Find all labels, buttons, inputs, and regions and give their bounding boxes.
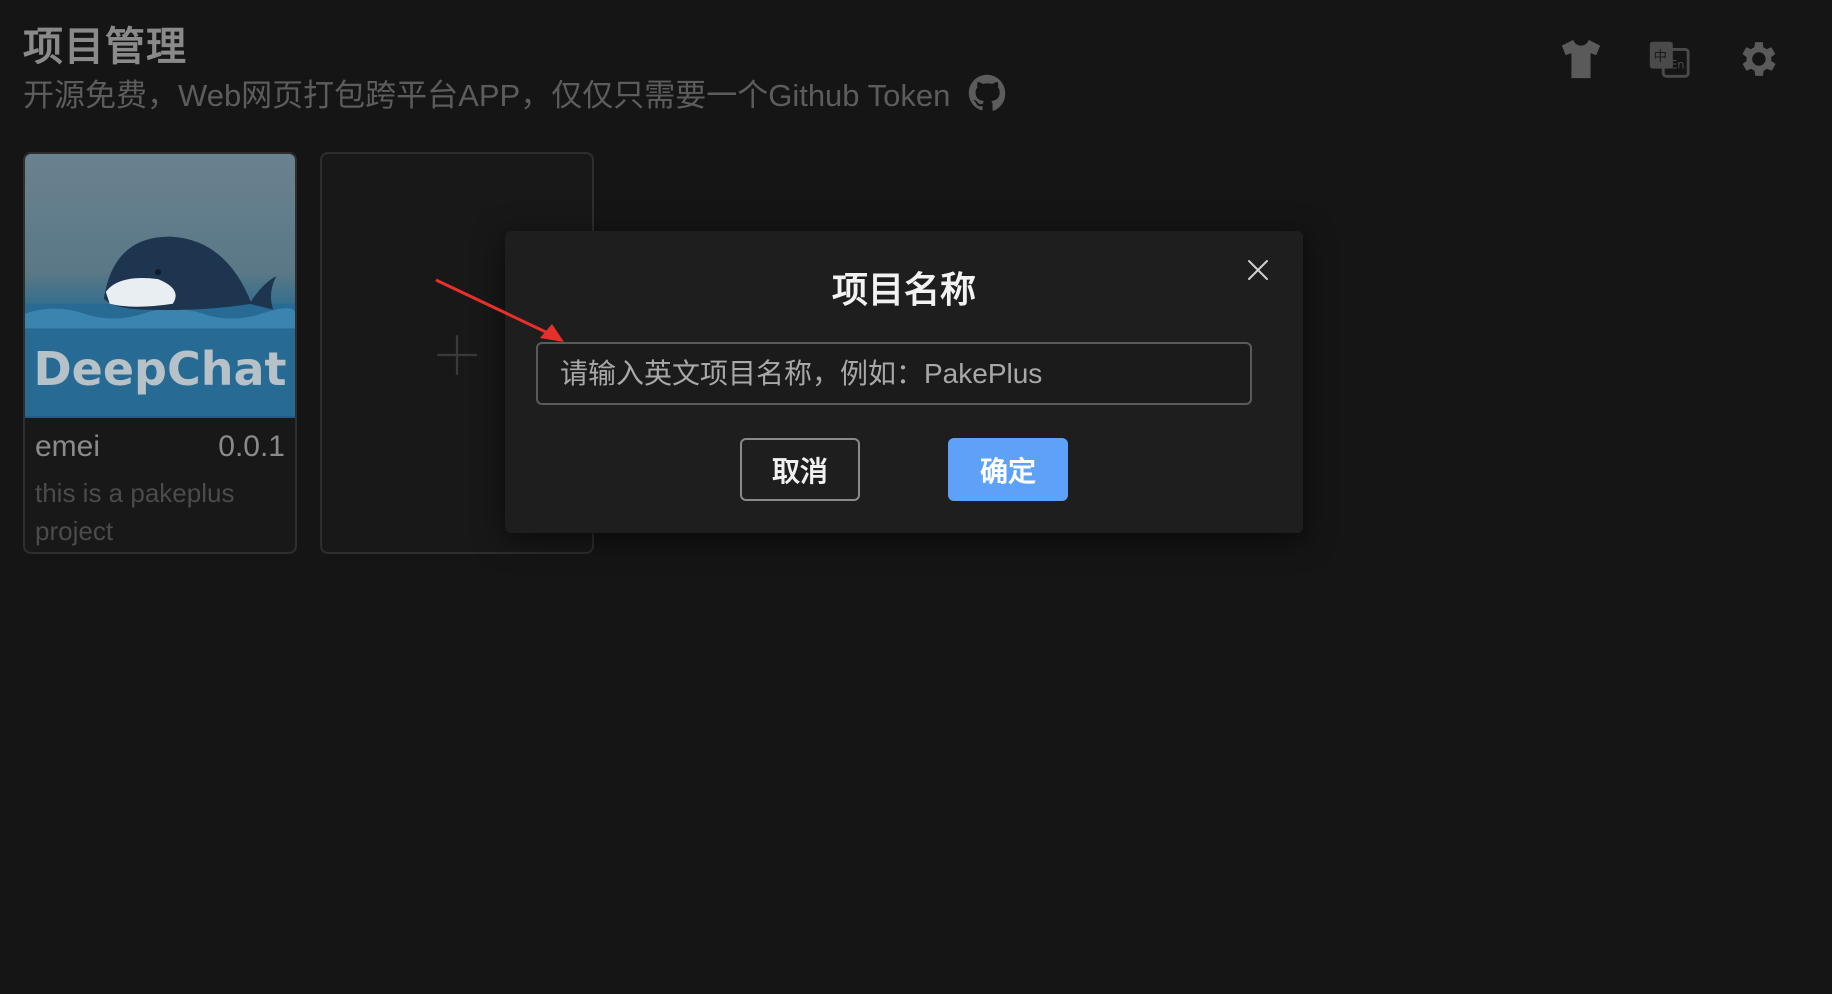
dialog-title: 项目名称 [831,269,976,310]
github-icon[interactable] [968,74,1006,112]
confirm-button[interactable]: 确定 [948,438,1068,501]
page: 项目管理 开源免费，Web网页打包跨平台APP，仅仅只需要一个Github To… [0,0,1832,994]
svg-text:En: En [1670,58,1685,72]
svg-text:中: 中 [1654,49,1667,65]
tshirt-icon[interactable] [1558,36,1604,82]
plus-icon [435,313,479,393]
project-description: this is a pakeplus project [35,478,235,546]
page-title: 项目管理 [23,25,187,69]
cancel-button[interactable]: 取消 [740,438,860,501]
project-name-input[interactable] [536,342,1252,405]
project-version: 0.0.1 [218,430,285,463]
gear-icon[interactable] [1734,36,1780,82]
page-subtitle-row: 开源免费，Web网页打包跨平台APP，仅仅只需要一个Github Token [23,70,1006,115]
close-icon[interactable] [1243,255,1273,285]
project-name: emei [35,430,101,463]
toolbar: 中 En [1558,36,1780,82]
project-card[interactable]: DeepChat emei 0.0.1 this is a pakeplus p… [23,152,297,554]
project-meta-row: emei 0.0.1 [35,430,285,464]
project-info: emei 0.0.1 this is a pakeplus project [25,418,295,550]
project-thumbnail: DeepChat [25,154,295,418]
page-subtitle: 开源免费，Web网页打包跨平台APP，仅仅只需要一个Github Token [23,78,951,113]
translate-icon[interactable]: 中 En [1646,36,1692,82]
project-name-dialog: 项目名称 取消 确定 [505,231,1303,533]
project-thumbnail-text: DeepChat [33,342,287,396]
